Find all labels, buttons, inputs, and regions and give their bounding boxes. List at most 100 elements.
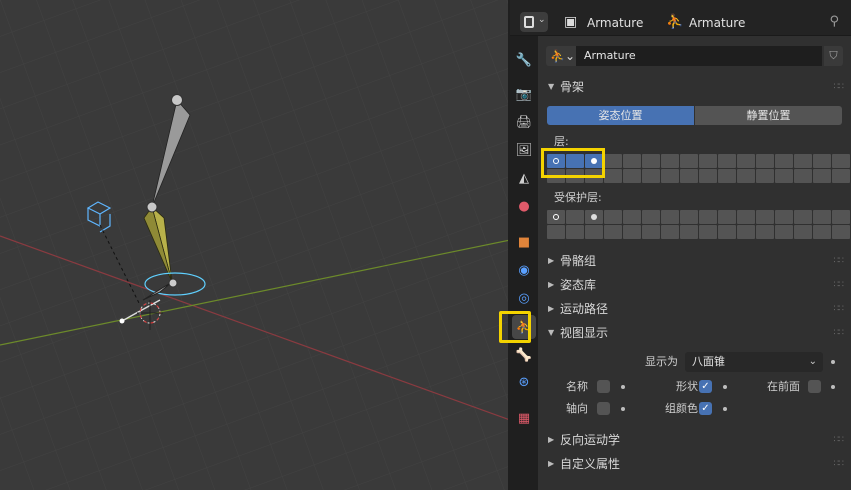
layer-cell[interactable]	[832, 154, 850, 168]
protected-layers-grid-right[interactable]	[699, 210, 850, 239]
keyframe-dot-icon[interactable]	[723, 407, 727, 411]
layer-cell[interactable]	[661, 154, 679, 168]
layer-cell[interactable]	[718, 154, 736, 168]
skeleton-panel-header[interactable]: ▼ 骨架 ∷∷	[538, 76, 851, 98]
layer-cell[interactable]	[623, 154, 641, 168]
shapes-checkbox[interactable]: ✓	[699, 380, 712, 393]
layer-cell[interactable]	[775, 225, 793, 239]
layer-cell[interactable]	[718, 225, 736, 239]
layers-grid-right[interactable]	[699, 154, 850, 183]
layer-cell[interactable]	[680, 210, 698, 224]
keyframe-dot-icon[interactable]	[831, 385, 835, 389]
bone-groups-panel-header[interactable]: ▶ 骨骼组 ∷∷	[538, 250, 851, 272]
armature-name-field[interactable]: Armature	[576, 46, 822, 66]
layer-cell[interactable]	[832, 225, 850, 239]
layer-cell[interactable]	[566, 210, 584, 224]
view-layer-icon[interactable]: 🖼	[512, 138, 536, 162]
3d-viewport[interactable]	[0, 0, 510, 490]
pin-icon[interactable]: ⚲	[829, 14, 839, 29]
layer-cell[interactable]	[699, 225, 717, 239]
layer-cell[interactable]	[623, 210, 641, 224]
layer-cell[interactable]	[794, 210, 812, 224]
custom-properties-panel-header[interactable]: ▶ 自定义属性 ∷∷	[538, 453, 851, 475]
layer-cell[interactable]	[775, 169, 793, 183]
inverse-kinematics-panel-header[interactable]: ▶ 反向运动学 ∷∷	[538, 429, 851, 451]
group-colors-checkbox[interactable]: ✓	[699, 402, 712, 415]
motion-paths-panel-header[interactable]: ▶ 运动路径 ∷∷	[538, 298, 851, 320]
in-front-checkbox[interactable]	[808, 380, 821, 393]
drag-grip-icon[interactable]: ∷∷	[834, 274, 845, 296]
layer-cell[interactable]	[775, 154, 793, 168]
scene-icon[interactable]: ◭	[512, 166, 536, 190]
world-icon[interactable]: ●	[512, 194, 536, 218]
layer-cell[interactable]	[623, 225, 641, 239]
layer-cell[interactable]	[680, 225, 698, 239]
pose-position-button[interactable]: 姿态位置	[547, 106, 694, 125]
layer-cell[interactable]	[661, 225, 679, 239]
armature-type-dropdown[interactable]: ⛹⌄	[546, 46, 576, 66]
layer-cell[interactable]	[813, 169, 831, 183]
layer-cell[interactable]	[547, 225, 565, 239]
layer-cell[interactable]	[756, 169, 774, 183]
layer-cell[interactable]	[737, 154, 755, 168]
keyframe-dot-icon[interactable]	[621, 385, 625, 389]
render-icon[interactable]: 📷	[512, 82, 536, 106]
keyframe-dot-icon[interactable]	[831, 360, 835, 364]
layer-cell[interactable]	[699, 210, 717, 224]
layer-cell[interactable]	[680, 154, 698, 168]
editor-type-button[interactable]: ⌄	[520, 12, 548, 32]
layer-cell[interactable]	[756, 210, 774, 224]
layer-cell[interactable]	[813, 210, 831, 224]
layer-cell[interactable]	[661, 210, 679, 224]
layer-cell[interactable]	[813, 225, 831, 239]
bone-constraint-icon[interactable]: ⊛	[512, 370, 536, 394]
layer-cell[interactable]	[813, 154, 831, 168]
layer-cell[interactable]	[737, 210, 755, 224]
modifier-icon[interactable]: ◉	[512, 258, 536, 282]
breadcrumb-data[interactable]: Armature	[689, 16, 745, 30]
layer-cell[interactable]	[832, 210, 850, 224]
layer-cell[interactable]	[756, 225, 774, 239]
layer-cell[interactable]	[604, 225, 622, 239]
breadcrumb-object[interactable]: Armature	[587, 16, 643, 30]
layer-cell[interactable]	[794, 169, 812, 183]
layer-cell[interactable]	[832, 169, 850, 183]
layer-cell[interactable]	[623, 169, 641, 183]
texture-icon[interactable]: ▦	[512, 406, 536, 430]
layer-cell[interactable]	[604, 210, 622, 224]
layer-cell[interactable]	[737, 225, 755, 239]
layer-cell[interactable]	[699, 169, 717, 183]
layer-cell[interactable]	[794, 154, 812, 168]
rest-position-button[interactable]: 静置位置	[695, 106, 842, 125]
output-icon[interactable]: 🖨	[512, 110, 536, 134]
pose-library-panel-header[interactable]: ▶ 姿态库 ∷∷	[538, 274, 851, 296]
object-icon[interactable]: ■	[512, 230, 536, 254]
drag-grip-icon[interactable]: ∷∷	[834, 453, 845, 475]
viewport-display-panel-header[interactable]: ▼ 视图显示 ∷∷	[538, 322, 851, 344]
drag-grip-icon[interactable]: ∷∷	[834, 298, 845, 320]
layer-cell[interactable]	[718, 169, 736, 183]
drag-grip-icon[interactable]: ∷∷	[834, 76, 845, 98]
layer-cell[interactable]	[642, 210, 660, 224]
drag-grip-icon[interactable]: ∷∷	[834, 429, 845, 451]
drag-grip-icon[interactable]: ∷∷	[834, 250, 845, 272]
layer-cell[interactable]	[604, 154, 622, 168]
tool-icon[interactable]: 🔧	[512, 48, 536, 72]
layer-cell[interactable]	[661, 169, 679, 183]
names-checkbox[interactable]	[597, 380, 610, 393]
layer-cell[interactable]	[718, 210, 736, 224]
layer-cell[interactable]	[699, 154, 717, 168]
layer-cell[interactable]	[642, 225, 660, 239]
layer-cell[interactable]	[756, 154, 774, 168]
layer-cell[interactable]	[794, 225, 812, 239]
protected-layers-grid-left[interactable]	[547, 210, 698, 239]
shield-icon[interactable]: ⛉	[824, 46, 843, 66]
bone-icon[interactable]: 🦴	[512, 343, 536, 367]
drag-grip-icon[interactable]: ∷∷	[834, 322, 845, 344]
layer-cell[interactable]	[585, 225, 603, 239]
particles-icon[interactable]: ◎	[512, 286, 536, 310]
layer-cell[interactable]	[642, 169, 660, 183]
layer-cell[interactable]	[585, 210, 603, 224]
layer-cell[interactable]	[604, 169, 622, 183]
layer-cell[interactable]	[680, 169, 698, 183]
